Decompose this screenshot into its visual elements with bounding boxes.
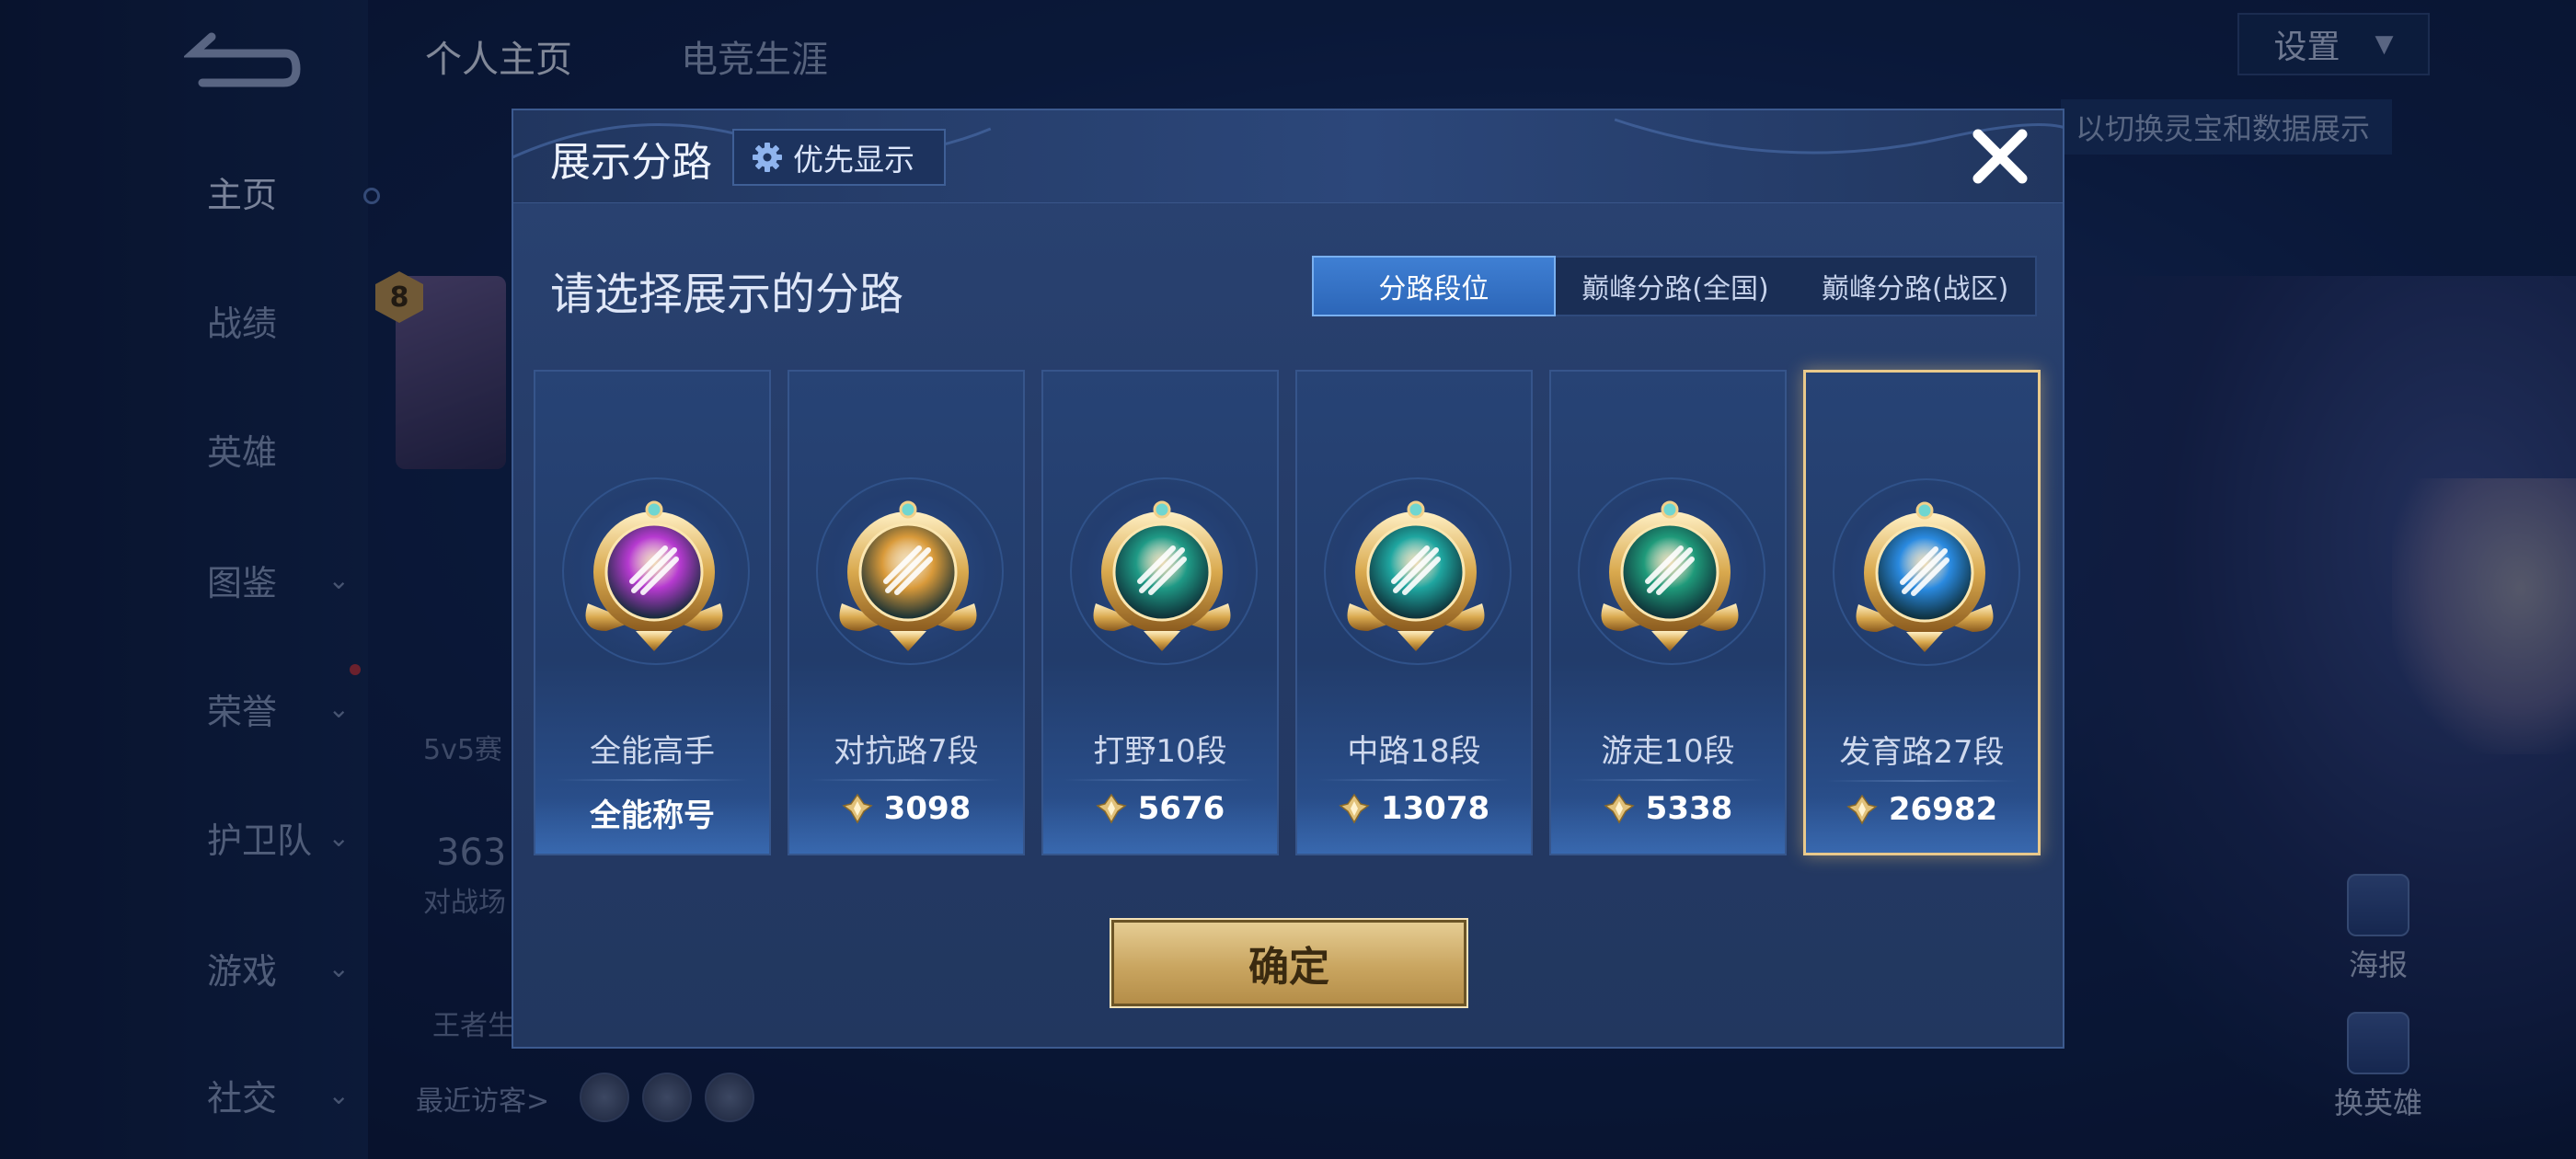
lane-score-value: 26982	[1888, 791, 1998, 828]
lane-card[interactable]: 打野10段 5676	[1041, 370, 1279, 855]
divider	[1826, 780, 2018, 782]
divider	[1571, 779, 1765, 781]
lane-type-tabs: 分路段位 巅峰分路(全国) 巅峰分路(战区)	[1312, 256, 2037, 316]
gear-icon	[753, 143, 782, 172]
lane-name: 游走10段	[1601, 733, 1735, 770]
all-round-medal-icon	[585, 500, 723, 651]
jungle-medal-icon	[1093, 500, 1231, 651]
lane-cards: 全能高手 全能称号 对抗路7段 3098 打野10段 5676 中路18段 13078 游走10…	[534, 370, 2042, 857]
lane-score: 13078	[1297, 790, 1531, 827]
divider	[1317, 779, 1511, 781]
confirm-label: 确定	[1248, 944, 1329, 991]
lane-card[interactable]: 中路18段 13078	[1295, 370, 1533, 855]
lane-card[interactable]: 游走10段 5338	[1549, 370, 1787, 855]
roam-medal-icon	[1601, 500, 1739, 651]
lane-score: 全能称号	[535, 790, 769, 835]
lane-points-icon	[1846, 794, 1878, 825]
tab-peak-national[interactable]: 巅峰分路(全国)	[1556, 258, 1796, 315]
lane-points-icon	[1339, 793, 1370, 824]
lane-points-icon	[1603, 793, 1635, 824]
lane-points-icon	[1095, 793, 1127, 824]
lane-points-icon	[841, 793, 873, 824]
lane-score-value: 5338	[1645, 790, 1733, 827]
divider	[810, 779, 1003, 781]
modal-title: 展示分路	[550, 139, 712, 186]
close-icon[interactable]	[1967, 123, 2033, 189]
tab-lane-rank[interactable]: 分路段位	[1312, 256, 1556, 316]
mid-lane-medal-icon	[1347, 500, 1485, 651]
section-title: 请选择展示的分路	[550, 269, 904, 320]
lane-name: 打野10段	[1093, 733, 1227, 770]
lane-card[interactable]: 全能高手 全能称号	[534, 370, 771, 855]
lane-display-modal: 展示分路 优先显示 请选择展示的分路 分路段位 巅峰分路(全国) 巅峰分路(战区…	[512, 109, 2064, 1049]
lane-score: 3098	[789, 790, 1023, 827]
priority-display-button[interactable]: 优先显示	[732, 129, 946, 186]
divider	[1064, 779, 1257, 781]
lane-score: 5338	[1551, 790, 1785, 827]
lane-name: 对抗路7段	[834, 733, 979, 770]
priority-label: 优先显示	[793, 142, 914, 178]
confirm-button[interactable]: 确定	[1110, 918, 1468, 1008]
lane-score: 26982	[1806, 791, 2038, 828]
lane-score: 5676	[1043, 790, 1277, 827]
lane-card[interactable]: 发育路27段 26982	[1803, 370, 2041, 855]
divider	[556, 779, 749, 781]
lane-score-value: 3098	[883, 790, 972, 827]
lane-name: 全能高手	[590, 733, 715, 770]
lane-card[interactable]: 对抗路7段 3098	[788, 370, 1025, 855]
farm-lane-medal-icon	[1856, 501, 1994, 652]
lane-name: 中路18段	[1347, 733, 1481, 770]
lane-score-value: 5676	[1137, 790, 1225, 827]
lane-score-value: 全能称号	[590, 798, 715, 834]
clash-lane-medal-icon	[839, 500, 977, 651]
lane-score-value: 13078	[1380, 790, 1490, 827]
modal-header: 展示分路 优先显示	[513, 110, 2063, 203]
lane-name: 发育路27段	[1839, 734, 2005, 771]
tab-peak-region[interactable]: 巅峰分路(战区)	[1795, 258, 2035, 315]
